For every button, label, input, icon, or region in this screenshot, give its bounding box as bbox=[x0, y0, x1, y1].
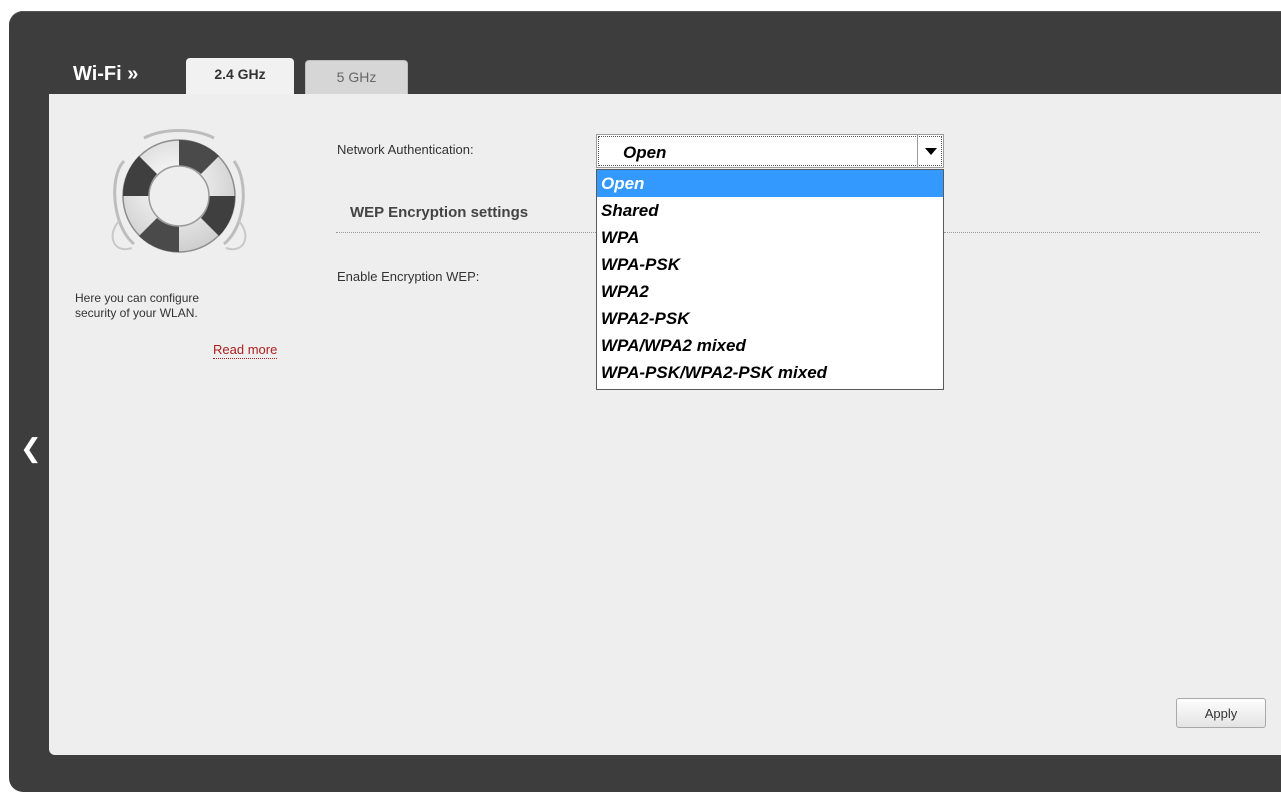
dropdown-option[interactable]: Open bbox=[597, 170, 943, 197]
section-divider-left bbox=[336, 232, 596, 233]
apply-button[interactable]: Apply bbox=[1176, 698, 1266, 728]
help-text: Here you can configure security of your … bbox=[75, 291, 200, 320]
back-arrow-icon[interactable]: ❮ bbox=[20, 436, 42, 462]
network-auth-dropdown: Open Shared WPA WPA-PSK WPA2 WPA2-PSK WPA/WPA2… bbox=[596, 169, 944, 390]
wep-section-title: WEP Encryption settings bbox=[350, 204, 529, 221]
network-auth-label: Network Authentication: bbox=[337, 142, 474, 157]
enable-wep-label: Enable Encryption WEP: bbox=[337, 269, 480, 284]
dropdown-option[interactable]: WPA2 bbox=[597, 278, 943, 305]
tab-5ghz[interactable]: 5 GHz bbox=[305, 60, 408, 94]
page-title: Wi-Fi » bbox=[73, 63, 139, 85]
dropdown-option[interactable]: Shared bbox=[597, 197, 943, 224]
dropdown-option[interactable]: WPA2-PSK bbox=[597, 305, 943, 332]
chevron-down-icon[interactable] bbox=[917, 135, 943, 167]
tab-2-4ghz[interactable]: 2.4 GHz bbox=[186, 58, 294, 96]
read-more-link[interactable]: Read more bbox=[213, 342, 278, 359]
dropdown-option[interactable]: WPA-PSK/WPA2-PSK mixed bbox=[597, 359, 943, 386]
network-auth-select-value: Open bbox=[623, 143, 667, 162]
dropdown-option[interactable]: WPA bbox=[597, 224, 943, 251]
lifebuoy-icon bbox=[111, 129, 247, 253]
dropdown-option[interactable]: WPA/WPA2 mixed bbox=[597, 332, 943, 359]
network-auth-select[interactable]: Open bbox=[596, 134, 944, 168]
dropdown-option[interactable]: WPA-PSK bbox=[597, 251, 943, 278]
section-divider-right bbox=[944, 232, 1260, 233]
